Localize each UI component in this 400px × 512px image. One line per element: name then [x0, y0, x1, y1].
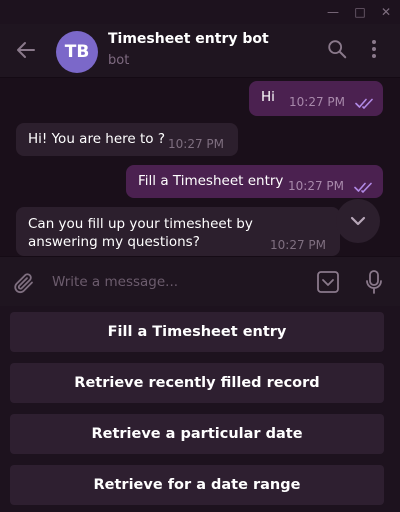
- message-text: Hi: [261, 89, 275, 105]
- reply-button-fill-timesheet[interactable]: Fill a Timesheet entry: [10, 312, 384, 352]
- minimize-button[interactable]: —: [325, 4, 341, 20]
- message-text: Hi! You are here to ?: [28, 131, 166, 147]
- window-titlebar: — □ ✕: [0, 0, 400, 24]
- message-input[interactable]: [52, 269, 302, 295]
- bot-reply-keyboard: Fill a Timesheet entry Retrieve recently…: [0, 306, 400, 512]
- message-time: 10:27 PM: [289, 95, 345, 109]
- reply-button-retrieve-range[interactable]: Retrieve for a date range: [10, 465, 384, 505]
- message-outgoing[interactable]: Hi 10:27 PM: [249, 81, 383, 116]
- double-check-icon: [355, 98, 373, 109]
- message-text: Fill a Timesheet entry: [138, 173, 284, 189]
- double-check-icon: [354, 182, 372, 193]
- message-incoming[interactable]: Can you fill up your timesheet by answer…: [16, 207, 340, 256]
- message-composer: [0, 256, 400, 306]
- message-time: 10:27 PM: [168, 137, 224, 151]
- close-window-button[interactable]: ✕: [378, 4, 394, 20]
- microphone-icon[interactable]: [364, 269, 384, 295]
- scroll-to-bottom-button[interactable]: [336, 199, 380, 243]
- back-arrow-icon[interactable]: [14, 38, 38, 62]
- maximize-button[interactable]: □: [352, 4, 368, 20]
- reply-button-retrieve-recent[interactable]: Retrieve recently filled record: [10, 363, 384, 403]
- search-icon[interactable]: [326, 38, 348, 60]
- message-time: 10:27 PM: [288, 179, 344, 193]
- bot-keyboard-toggle-icon[interactable]: [316, 270, 340, 294]
- reply-button-retrieve-date[interactable]: Retrieve a particular date: [10, 414, 384, 454]
- paperclip-icon[interactable]: [12, 271, 36, 295]
- avatar[interactable]: TB: [56, 31, 98, 73]
- more-vertical-icon[interactable]: [364, 38, 384, 60]
- message-outgoing[interactable]: Fill a Timesheet entry 10:27 PM: [126, 165, 383, 198]
- chat-header: TB Timesheet entry bot bot: [0, 24, 400, 78]
- message-incoming[interactable]: Hi! You are here to ? 10:27 PM: [16, 123, 238, 156]
- chevron-down-icon: [350, 216, 366, 226]
- chat-title[interactable]: Timesheet entry bot: [108, 31, 269, 47]
- message-time: 10:27 PM: [270, 238, 326, 252]
- chat-subtitle: bot: [108, 53, 130, 68]
